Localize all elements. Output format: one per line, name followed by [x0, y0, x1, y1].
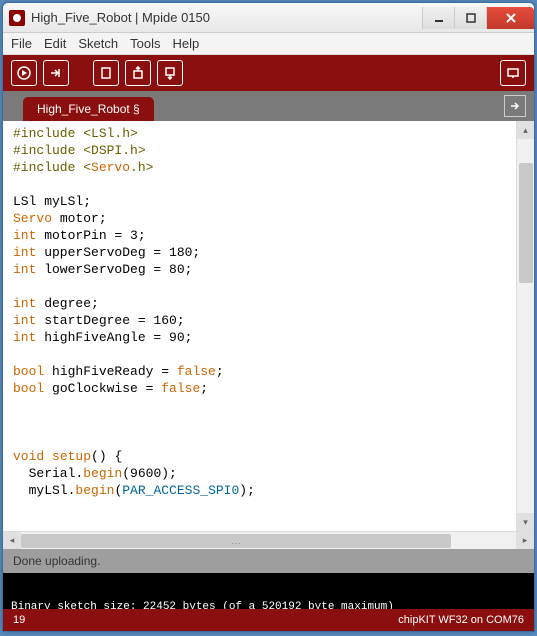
menubar: File Edit Sketch Tools Help: [3, 33, 534, 55]
horizontal-scrollbar[interactable]: ◂ ∙∙∙ ▸: [3, 531, 534, 549]
code-editor[interactable]: #include <LSl.h>#include <DSPI.h>#includ…: [3, 121, 516, 531]
status-bar: Done uploading.: [3, 549, 534, 573]
save-button[interactable]: [157, 60, 183, 86]
tab-sketch[interactable]: High_Five_Robot §: [23, 97, 154, 121]
scroll-down-icon[interactable]: ▾: [517, 513, 534, 531]
hscroll-thumb[interactable]: ∙∙∙: [21, 534, 451, 548]
editor-area: #include <LSl.h>#include <DSPI.h>#includ…: [3, 121, 534, 531]
menu-tools[interactable]: Tools: [130, 36, 160, 51]
board-info: chipKIT WF32 on COM76: [398, 614, 524, 626]
console-line: Binary sketch size: 22452 bytes (of a 52…: [11, 601, 526, 609]
new-button[interactable]: [93, 60, 119, 86]
tabbar: High_Five_Robot §: [3, 91, 534, 121]
vertical-scrollbar[interactable]: ▴ ▾: [516, 121, 534, 531]
console[interactable]: Binary sketch size: 22452 bytes (of a 52…: [3, 573, 534, 609]
verify-button[interactable]: [11, 60, 37, 86]
maximize-button[interactable]: [454, 7, 486, 29]
serial-monitor-button[interactable]: [500, 60, 526, 86]
upload-button[interactable]: [43, 60, 69, 86]
vscroll-thumb[interactable]: [519, 163, 533, 283]
footer: 19 chipKIT WF32 on COM76: [3, 609, 534, 631]
window-controls: [422, 7, 534, 29]
minimize-button[interactable]: [422, 7, 454, 29]
titlebar[interactable]: High_Five_Robot | Mpide 0150: [3, 3, 534, 33]
scroll-right-icon[interactable]: ▸: [516, 532, 534, 550]
menu-edit[interactable]: Edit: [44, 36, 66, 51]
open-button[interactable]: [125, 60, 151, 86]
line-number: 19: [13, 614, 25, 626]
window-title: High_Five_Robot | Mpide 0150: [31, 10, 422, 25]
menu-help[interactable]: Help: [172, 36, 199, 51]
scroll-up-icon[interactable]: ▴: [517, 121, 534, 139]
tab-menu-button[interactable]: [504, 95, 526, 117]
close-button[interactable]: [486, 7, 534, 29]
scroll-left-icon[interactable]: ◂: [3, 532, 21, 550]
status-text: Done uploading.: [13, 554, 100, 568]
app-icon: [9, 10, 25, 26]
app-window: High_Five_Robot | Mpide 0150 File Edit S…: [2, 2, 535, 632]
menu-file[interactable]: File: [11, 36, 32, 51]
menu-sketch[interactable]: Sketch: [78, 36, 118, 51]
toolbar: [3, 55, 534, 91]
